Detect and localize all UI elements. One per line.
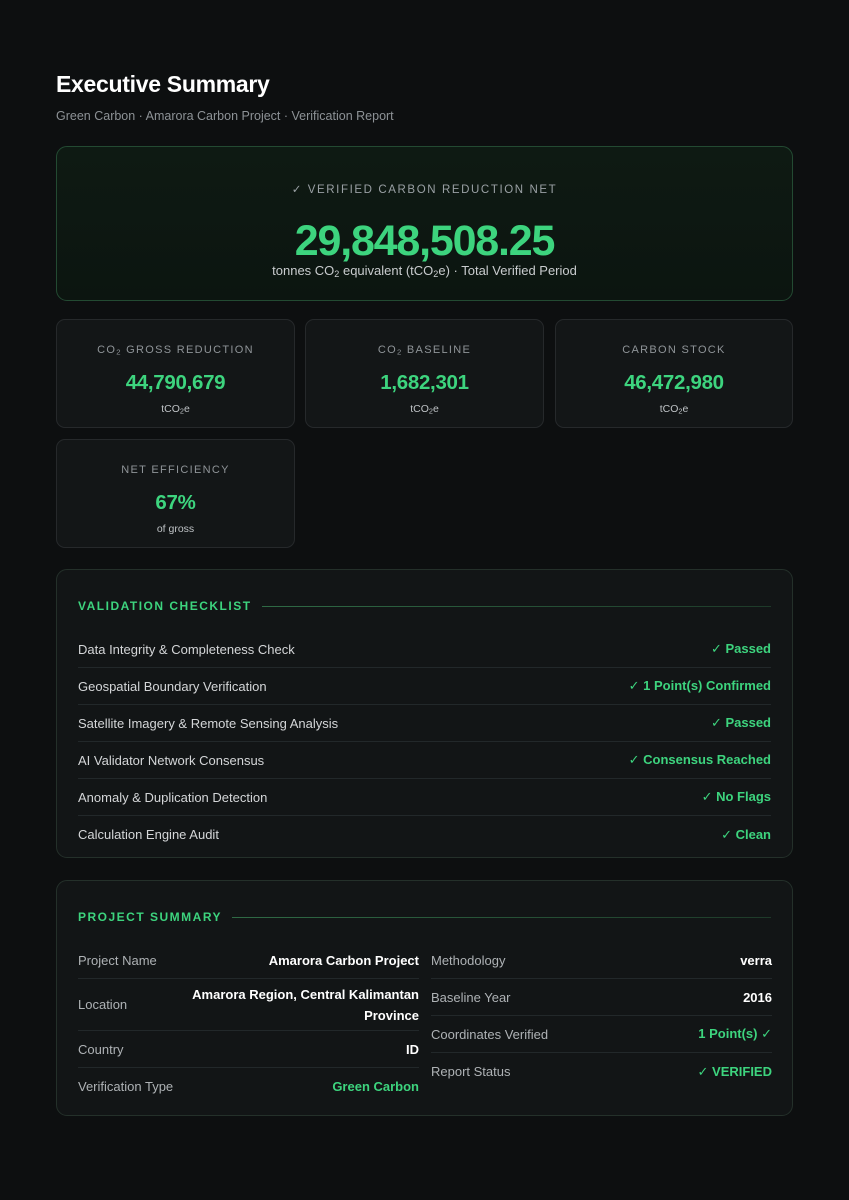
summary-row-report-status: Report Status ✓ VERIFIED xyxy=(431,1053,772,1090)
summary-key: Verification Type xyxy=(78,1079,174,1094)
verified-net-card: ✓ VERIFIED CARBON REDUCTION NET 29,848,5… xyxy=(56,146,793,301)
summary-value: Amarora Carbon Project xyxy=(268,952,419,968)
summary-row-methodology: Methodology verra xyxy=(431,942,772,979)
stat-card-gross-reduction: CO2 GROSS REDUCTION 44,790,679 tCO2e xyxy=(56,319,295,428)
checklist-label: AI Validator Network Consensus xyxy=(78,752,265,768)
summary-value: 2016 xyxy=(743,989,772,1005)
summary-row-verification-type: Verification Type Green Carbon xyxy=(78,1068,419,1105)
summary-key: Project Name xyxy=(78,952,157,968)
stat-unit: tCO2e xyxy=(659,403,689,416)
summary-row-location: Location Amarora Region, Central Kaliman… xyxy=(78,979,419,1031)
page: Executive Summary Green Carbon · Amarora… xyxy=(0,0,849,1200)
summary-value: verra xyxy=(740,952,772,968)
stat-unit: of gross xyxy=(156,523,195,535)
section-divider xyxy=(261,605,771,607)
stat-label: CO2 GROSS REDUCTION xyxy=(97,344,254,357)
checklist-status: ✓ Clean xyxy=(721,826,771,842)
checklist-status: ✓ 1 Point(s) Confirmed xyxy=(628,678,771,693)
checklist-label: Data Integrity & Completeness Check xyxy=(78,641,295,657)
stat-card-net-efficiency: NET EFFICIENCY 67% of gross xyxy=(56,439,295,548)
summary-key: Baseline Year xyxy=(431,989,511,1005)
checklist-status: ✓ Consensus Reached xyxy=(628,752,771,767)
checklist-row: Geospatial Boundary Verification ✓ 1 Poi… xyxy=(78,668,771,705)
summary-row-baseline-year: Baseline Year 2016 xyxy=(431,979,772,1016)
section-header: PROJECT SUMMARY xyxy=(78,910,771,924)
stat-label: CO2 BASELINE xyxy=(377,344,472,357)
checklist-row: AI Validator Network Consensus ✓ Consens… xyxy=(78,742,771,779)
validation-checklist: VALIDATION CHECKLIST Data Integrity & Co… xyxy=(56,569,793,858)
stat-unit: tCO2e xyxy=(410,403,439,416)
checklist-status: ✓ No Flags xyxy=(701,789,771,804)
verified-net-label: ✓ VERIFIED CARBON REDUCTION NET xyxy=(291,184,558,196)
checklist-label: Satellite Imagery & Remote Sensing Analy… xyxy=(78,715,339,731)
checklist-label: Geospatial Boundary Verification xyxy=(78,678,267,694)
summary-value: Green Carbon xyxy=(332,1079,419,1094)
stat-value: 44,790,679 xyxy=(125,371,226,394)
stat-card-carbon-stock: CARBON STOCK 46,472,980 tCO2e xyxy=(555,319,793,428)
summary-key: Location xyxy=(78,997,128,1012)
stat-value: 67% xyxy=(155,491,196,514)
verified-net-unit: tonnes CO2 equivalent (tCO2e) · Total Ve… xyxy=(272,263,577,279)
project-summary: PROJECT SUMMARY Project Name Amarora Car… xyxy=(56,880,793,1116)
checklist-label: Anomaly & Duplication Detection xyxy=(78,789,268,805)
summary-key: Report Status xyxy=(431,1064,511,1079)
summary-row-project-name: Project Name Amarora Carbon Project xyxy=(78,942,419,979)
checklist-row: Anomaly & Duplication Detection ✓ No Fla… xyxy=(78,779,771,816)
summary-key: Methodology xyxy=(431,952,506,968)
section-title: VALIDATION CHECKLIST xyxy=(78,599,252,613)
checklist-row: Satellite Imagery & Remote Sensing Analy… xyxy=(78,705,771,742)
verified-net-value: 29,848,508.25 xyxy=(294,217,556,265)
checklist-status: ✓ Passed xyxy=(710,641,771,656)
summary-row-coordinates-verified: Coordinates Verified 1 Point(s) ✓ xyxy=(431,1016,772,1053)
summary-key: Country xyxy=(78,1041,124,1057)
section-title: PROJECT SUMMARY xyxy=(78,910,223,924)
checklist-row: Data Integrity & Completeness Check ✓ Pa… xyxy=(78,631,771,668)
checklist-label: Calculation Engine Audit xyxy=(78,827,219,842)
summary-key: Coordinates Verified xyxy=(431,1026,549,1042)
stat-label: NET EFFICIENCY xyxy=(121,464,230,476)
section-header: VALIDATION CHECKLIST xyxy=(78,599,771,613)
page-title: Executive Summary xyxy=(56,71,270,97)
stat-card-baseline: CO2 BASELINE 1,682,301 tCO2e xyxy=(305,319,544,428)
section-divider xyxy=(232,916,771,918)
page-subtitle: Green Carbon · Amarora Carbon Project · … xyxy=(56,109,394,123)
summary-value: ID xyxy=(406,1041,419,1057)
stat-value: 46,472,980 xyxy=(624,371,724,394)
summary-row-country: Country ID xyxy=(78,1031,419,1068)
checklist-row: Calculation Engine Audit ✓ Clean xyxy=(78,816,771,853)
stat-label: CARBON STOCK xyxy=(622,344,726,356)
summary-value: ✓ VERIFIED xyxy=(697,1063,772,1079)
stat-value: 1,682,301 xyxy=(380,371,469,394)
checklist-status: ✓ Passed xyxy=(710,715,771,730)
summary-value: Amarora Region, Central Kalimantan Provin… xyxy=(192,986,419,1023)
summary-value: 1 Point(s) ✓ xyxy=(698,1026,772,1041)
stat-unit: tCO2e xyxy=(161,403,190,416)
